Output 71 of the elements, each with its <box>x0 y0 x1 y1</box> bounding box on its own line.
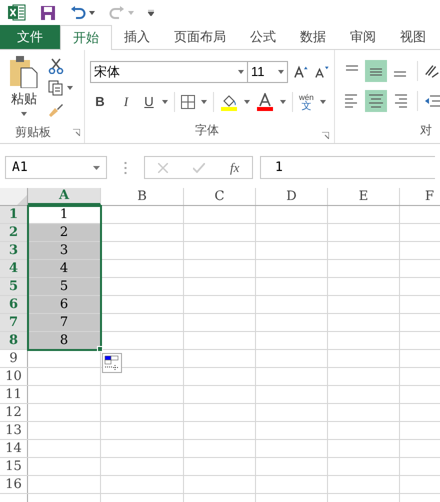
row-header[interactable]: 3 <box>0 242 28 259</box>
caret-icon[interactable] <box>93 166 100 170</box>
decrease-indent-icon[interactable] <box>424 95 440 107</box>
fill-handle[interactable] <box>97 346 103 352</box>
name-box[interactable]: A1 <box>5 156 107 179</box>
caret-icon[interactable] <box>278 70 284 74</box>
group-label: 字体 <box>195 122 219 139</box>
paste-label[interactable]: 粘贴 <box>11 90 37 108</box>
phonetic-guide-button[interactable]: wén 文 <box>299 93 314 111</box>
increase-font-size-icon[interactable] <box>294 65 308 79</box>
formula-field[interactable]: 1 <box>260 156 435 179</box>
text-orientation-icon[interactable] <box>424 63 440 79</box>
table-cell[interactable]: 6 <box>28 296 101 313</box>
underline-button[interactable]: U <box>142 92 156 112</box>
font-size-dropdown[interactable]: 11 <box>248 61 288 83</box>
caret-icon[interactable] <box>280 100 286 104</box>
table-cell[interactable]: 7 <box>28 314 101 331</box>
row-header[interactable]: 2 <box>0 224 28 241</box>
clipboard-paste-icon[interactable] <box>9 56 39 88</box>
ribbon-tab[interactable]: 开始 <box>60 25 112 50</box>
ribbon-tab[interactable]: 公式 <box>238 25 288 49</box>
table-cell[interactable]: 8 <box>28 332 101 349</box>
fill-color-bucket-icon[interactable] <box>220 93 238 111</box>
checkmark-icon[interactable] <box>192 162 205 172</box>
ribbon-tab[interactable]: 视图 <box>388 25 438 49</box>
bold-button[interactable]: B <box>90 92 110 112</box>
ribbon-tab[interactable]: 页面布局 <box>162 25 238 49</box>
group-label: 剪贴板 <box>15 124 51 141</box>
scissors-icon[interactable] <box>48 58 64 74</box>
middle-align-icon[interactable] <box>365 60 387 82</box>
group-label: 对 <box>420 122 432 139</box>
quick-analysis-icon[interactable] <box>102 353 122 373</box>
row-header[interactable]: 7 <box>0 314 28 331</box>
row-header[interactable]: 6 <box>0 296 28 313</box>
undo-icon[interactable] <box>70 6 86 20</box>
table-cell[interactable]: 3 <box>28 242 101 259</box>
drag-handle-icon[interactable] <box>124 162 127 174</box>
caret-icon[interactable] <box>21 112 27 116</box>
caret-icon[interactable] <box>201 100 207 104</box>
font-color-icon[interactable] <box>256 93 274 111</box>
table-cell[interactable]: 4 <box>28 260 101 277</box>
dialog-launcher-icon[interactable] <box>322 132 329 139</box>
column-header[interactable]: A <box>28 188 101 205</box>
dialog-launcher-icon[interactable] <box>73 128 80 136</box>
ribbon-tab[interactable]: 审阅 <box>338 25 388 49</box>
font-name-dropdown[interactable]: 宋体 <box>90 61 248 83</box>
caret-icon[interactable] <box>67 86 73 90</box>
caret-icon[interactable] <box>244 100 250 104</box>
row-header[interactable]: 5 <box>0 278 28 295</box>
format-painter-brush-icon[interactable] <box>48 102 64 118</box>
insert-function-button[interactable]: fx <box>230 158 240 178</box>
save-icon[interactable] <box>40 4 56 20</box>
italic-button[interactable]: I <box>116 92 136 112</box>
file-tab[interactable]: 文件 <box>0 25 60 49</box>
ribbon-tab[interactable]: 插入 <box>112 25 162 49</box>
table-cell[interactable]: 5 <box>28 278 101 295</box>
copy-icon[interactable] <box>48 80 64 96</box>
row-header[interactable]: 8 <box>0 332 28 349</box>
row-header[interactable]: 4 <box>0 260 28 277</box>
row-header[interactable]: 1 <box>0 206 28 223</box>
ribbon-tab[interactable]: 数据 <box>288 25 338 49</box>
caret-icon[interactable] <box>238 70 244 74</box>
excel-logo-icon[interactable] <box>8 4 26 21</box>
borders-icon[interactable] <box>181 95 195 109</box>
table-cell[interactable]: 2 <box>28 224 101 241</box>
caret-icon[interactable] <box>162 100 168 104</box>
align-center-icon[interactable] <box>365 90 387 112</box>
customize-toolbar-icon[interactable] <box>148 10 154 16</box>
caret-icon[interactable] <box>89 10 95 14</box>
decrease-font-size-icon[interactable] <box>314 65 329 79</box>
caret-icon[interactable] <box>320 100 326 104</box>
